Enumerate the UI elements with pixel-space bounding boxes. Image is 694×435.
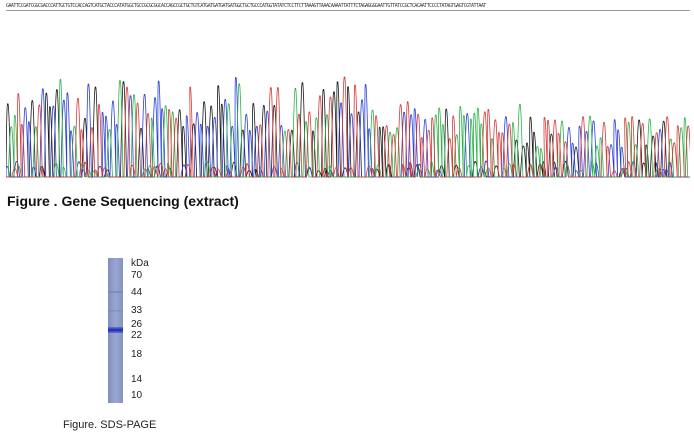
sds-page-caption: Figure. SDS-PAGE bbox=[63, 419, 157, 431]
marker-label-33: 33 bbox=[131, 305, 143, 316]
marker-label-22: 22 bbox=[131, 330, 143, 341]
sds-page-gel-lane bbox=[108, 258, 123, 403]
sequencing-chromatogram bbox=[6, 76, 690, 179]
marker-label-14: 14 bbox=[131, 374, 143, 385]
gene-sequencing-caption: Figure . Gene Sequencing (extract) bbox=[7, 193, 239, 209]
gel-protein-band bbox=[108, 327, 123, 333]
marker-label-70: 70 bbox=[131, 270, 143, 281]
marker-label-26: 26 bbox=[131, 319, 143, 330]
marker-label-18: 18 bbox=[131, 349, 143, 360]
gel-faint-band-upper bbox=[108, 291, 123, 293]
kda-unit-label: kDa bbox=[131, 258, 149, 269]
marker-label-10: 10 bbox=[131, 390, 143, 401]
marker-label-44: 44 bbox=[131, 287, 143, 298]
sequence-underline bbox=[6, 10, 690, 11]
gel-faint-band-lower bbox=[108, 310, 123, 312]
